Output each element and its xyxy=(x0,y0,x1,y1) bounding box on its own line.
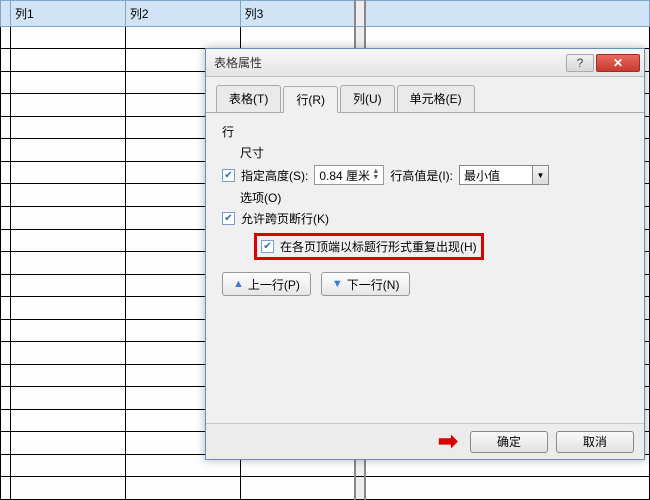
column-header-empty[interactable] xyxy=(365,1,650,27)
height-value: 0.84 厘米 xyxy=(319,167,370,184)
height-mode-select[interactable]: 最小值 ▼ xyxy=(459,165,549,185)
dialog-footer: ➡ 确定 取消 xyxy=(206,423,644,459)
ok-button[interactable]: 确定 xyxy=(470,431,548,453)
title-bar: 表格属性 ? ✕ xyxy=(206,49,644,77)
previous-row-label: 上一行(P) xyxy=(248,276,300,293)
tab-row[interactable]: 行(R) xyxy=(283,86,338,113)
height-input[interactable]: 0.84 厘米 ▲▼ xyxy=(314,165,384,185)
table-properties-dialog: 表格属性 ? ✕ 表格(T) 行(R) 列(U) 单元格(E) 行 尺寸 ✔ 指… xyxy=(205,48,645,460)
dialog-content: 行 尺寸 ✔ 指定高度(S): 0.84 厘米 ▲▼ 行高值是(I): 最小值 … xyxy=(206,113,644,423)
table-corner xyxy=(1,1,11,27)
highlight-box: ✔ 在各页顶端以标题行形式重复出现(H) xyxy=(254,233,484,260)
checkbox-specify-height[interactable]: ✔ xyxy=(222,169,235,182)
column-header[interactable]: 列3 xyxy=(240,1,355,27)
column-header[interactable]: 列2 xyxy=(125,1,240,27)
section-label-row: 行 xyxy=(222,123,628,140)
help-icon: ? xyxy=(577,56,584,70)
next-row-button[interactable]: ▼ 下一行(N) xyxy=(321,272,411,296)
previous-row-button[interactable]: ▲ 上一行(P) xyxy=(222,272,311,296)
checkbox-allow-break[interactable]: ✔ xyxy=(222,212,235,225)
dialog-title: 表格属性 xyxy=(214,54,566,71)
chevron-down-icon: ▼ xyxy=(532,166,548,184)
size-label: 尺寸 xyxy=(240,144,628,161)
options-label: 选项(O) xyxy=(240,189,628,206)
close-icon: ✕ xyxy=(613,56,623,70)
tab-column[interactable]: 列(U) xyxy=(340,85,395,112)
column-header[interactable]: 列1 xyxy=(10,1,125,27)
tab-table[interactable]: 表格(T) xyxy=(216,85,281,112)
help-button[interactable]: ? xyxy=(566,54,594,72)
tab-strip: 表格(T) 行(R) 列(U) 单元格(E) xyxy=(206,77,644,113)
attention-arrow-icon: ➡ xyxy=(438,427,458,456)
ok-label: 确定 xyxy=(497,433,521,450)
close-button[interactable]: ✕ xyxy=(596,54,640,72)
allow-break-label: 允许跨页断行(K) xyxy=(241,210,329,227)
arrow-up-icon: ▲ xyxy=(233,278,244,290)
cancel-label: 取消 xyxy=(583,433,607,450)
spinner-icon[interactable]: ▲▼ xyxy=(372,169,379,181)
height-mode-label: 行高值是(I): xyxy=(390,167,453,184)
repeat-header-label: 在各页顶端以标题行形式重复出现(H) xyxy=(280,238,477,255)
checkbox-repeat-header[interactable]: ✔ xyxy=(261,240,274,253)
tab-cell[interactable]: 单元格(E) xyxy=(397,85,475,112)
height-mode-value: 最小值 xyxy=(464,167,500,184)
cancel-button[interactable]: 取消 xyxy=(556,431,634,453)
arrow-down-icon: ▼ xyxy=(332,278,343,290)
next-row-label: 下一行(N) xyxy=(347,276,400,293)
specify-height-label: 指定高度(S): xyxy=(241,167,308,184)
table-split xyxy=(355,1,365,27)
